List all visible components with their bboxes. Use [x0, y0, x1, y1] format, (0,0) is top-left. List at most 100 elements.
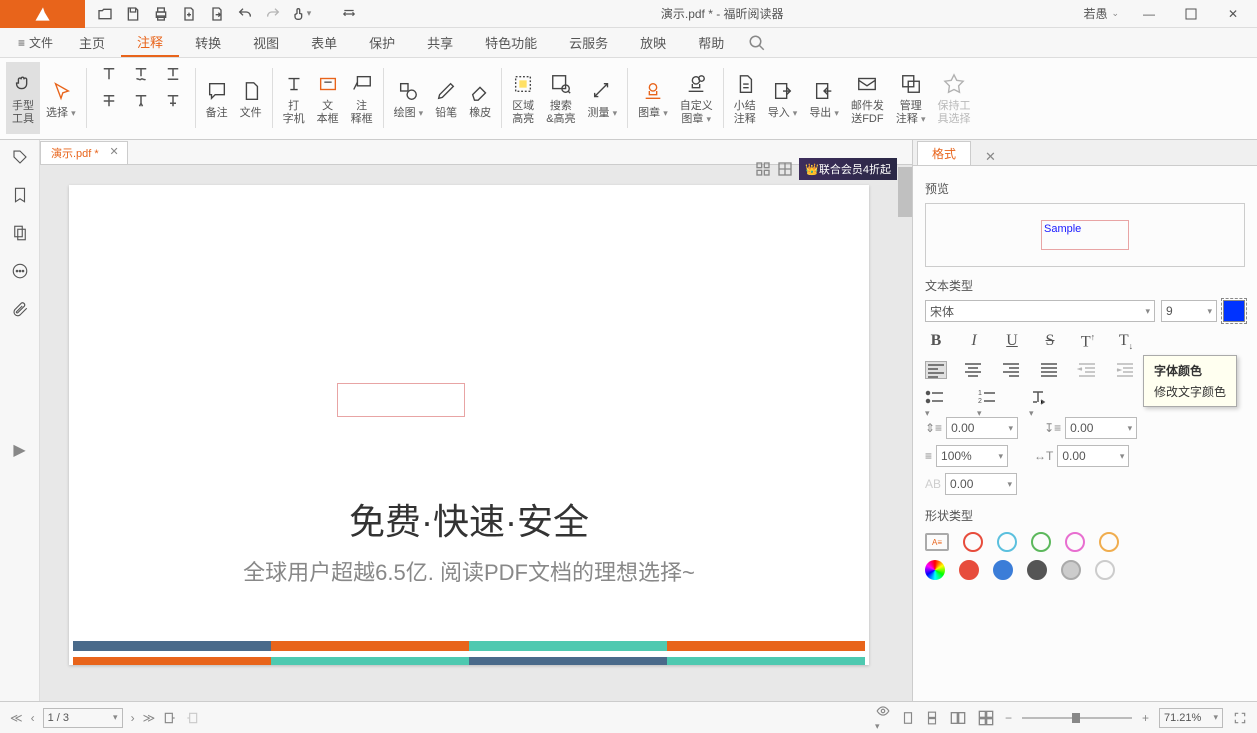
continuous-icon[interactable]: [925, 710, 939, 726]
pencil-button[interactable]: 铅笔: [429, 62, 463, 134]
note-button[interactable]: 备注: [200, 62, 234, 134]
align-justify-button[interactable]: [1039, 361, 1061, 379]
fullscreen-button[interactable]: [1233, 711, 1247, 725]
minimize-button[interactable]: —: [1129, 2, 1169, 26]
format-tab[interactable]: 格式: [917, 141, 971, 165]
horizontal-scale-input[interactable]: 0.00▾: [945, 473, 1017, 495]
align-right-button[interactable]: [1001, 361, 1023, 379]
stamp-button[interactable]: 图章 ▾: [632, 62, 674, 134]
single-page-icon[interactable]: [901, 710, 915, 726]
qat-more-icon[interactable]: [337, 2, 361, 26]
tab-convert[interactable]: 转换: [179, 28, 237, 57]
print-icon[interactable]: [149, 2, 173, 26]
maximize-button[interactable]: [1171, 2, 1211, 26]
doc-right-icon[interactable]: [205, 2, 229, 26]
underline-button[interactable]: [159, 62, 187, 85]
close-tab-icon[interactable]: ✕: [109, 145, 118, 158]
tab-help[interactable]: 帮助: [682, 28, 740, 57]
document-canvas[interactable]: 免费·快速·安全 全球用户超越6.5亿. 阅读PDF文档的理想选择~: [40, 165, 898, 701]
char-spacing-input[interactable]: 0.00▾: [1057, 445, 1129, 467]
tab-share[interactable]: 共享: [411, 28, 469, 57]
next-page-button[interactable]: ›: [131, 711, 135, 725]
shape-color-pink[interactable]: [1065, 532, 1085, 552]
doc-plus-icon[interactable]: [177, 2, 201, 26]
prev-page-button[interactable]: ‹: [31, 711, 35, 725]
last-page-button[interactable]: ≫: [143, 711, 156, 725]
sidebar-bookmark-icon[interactable]: [11, 186, 29, 204]
superscript-button[interactable]: T↑: [1077, 332, 1099, 351]
search-icon[interactable]: [748, 34, 766, 52]
squiggly-button[interactable]: [127, 62, 155, 85]
font-size-select[interactable]: 9▾: [1161, 300, 1217, 322]
shape-fill-red[interactable]: [959, 560, 979, 580]
tab-view[interactable]: 视图: [237, 28, 295, 57]
shape-fill-blue[interactable]: [993, 560, 1013, 580]
zoom-out-button[interactable]: −: [1005, 711, 1012, 725]
import-button[interactable]: 导入 ▾: [762, 62, 804, 134]
number-list-button[interactable]: 12▾: [977, 389, 999, 407]
redo-icon[interactable]: [261, 2, 285, 26]
summarize-button[interactable]: 小结注释: [728, 62, 762, 134]
subscript-button[interactable]: T↓: [1115, 332, 1137, 351]
bullet-list-button[interactable]: ▾: [925, 389, 947, 407]
first-page-button[interactable]: ≪: [10, 711, 23, 725]
save-icon[interactable]: [121, 2, 145, 26]
strikethrough-button[interactable]: S: [1039, 332, 1061, 351]
reading-mode-icon[interactable]: ▾: [875, 704, 891, 732]
search-highlight-button[interactable]: 搜索&高亮: [540, 62, 581, 134]
facing-icon[interactable]: [949, 710, 967, 726]
undo-icon[interactable]: [233, 2, 257, 26]
text-direction-button[interactable]: ▾: [1029, 389, 1051, 407]
pdf-page[interactable]: 免费·快速·安全 全球用户超越6.5亿. 阅读PDF文档的理想选择~: [69, 185, 869, 665]
shape-fill-dark[interactable]: [1027, 560, 1047, 580]
file-menu[interactable]: ≡ 文件: [8, 34, 63, 51]
hand-tool-button[interactable]: 手型工具: [6, 62, 40, 134]
custom-stamp-button[interactable]: 自定义图章 ▾: [674, 62, 719, 134]
word-spacing-input[interactable]: 100%▾: [936, 445, 1008, 467]
underline-format-button[interactable]: U: [1001, 332, 1023, 351]
tab-protect[interactable]: 保护: [353, 28, 411, 57]
list-view-icon[interactable]: [777, 161, 793, 177]
next-view-button[interactable]: [185, 711, 199, 725]
tab-comment[interactable]: 注释: [121, 28, 179, 57]
page-number-input[interactable]: 1 / 3▾: [43, 708, 123, 728]
shape-fill-light[interactable]: [1095, 560, 1115, 580]
textbox-shape-icon[interactable]: A≡: [925, 533, 949, 551]
shape-color-red[interactable]: [963, 532, 983, 552]
mail-fdf-button[interactable]: 邮件发送FDF: [845, 62, 890, 134]
measure-button[interactable]: 测量 ▾: [582, 62, 624, 134]
drawing-button[interactable]: 绘图 ▾: [388, 62, 430, 134]
sidebar-tag-icon[interactable]: [11, 148, 29, 166]
italic-button[interactable]: I: [963, 332, 985, 351]
file-attachment-button[interactable]: 文件: [234, 62, 268, 134]
hand-pointer-icon[interactable]: ▾: [289, 2, 313, 26]
para-before-input[interactable]: 0.00▾: [1065, 417, 1137, 439]
select-tool-button[interactable]: 选择 ▾: [40, 62, 82, 134]
tab-features[interactable]: 特色功能: [469, 28, 553, 57]
indent-less-button[interactable]: [1077, 361, 1099, 379]
shape-color-cyan[interactable]: [997, 532, 1017, 552]
sidebar-attachment-icon[interactable]: [11, 300, 29, 318]
replace-text-button[interactable]: [127, 89, 155, 112]
sidebar-expand-icon[interactable]: ▶: [13, 440, 25, 460]
zoom-input[interactable]: 71.21%▾: [1159, 708, 1223, 728]
thumbnail-view-icon[interactable]: [755, 161, 771, 177]
typewriter-button[interactable]: 打字机: [277, 62, 311, 134]
shape-color-green[interactable]: [1031, 532, 1051, 552]
shape-color-picker[interactable]: [925, 560, 945, 580]
eraser-button[interactable]: 橡皮: [463, 62, 497, 134]
prev-view-button[interactable]: [163, 711, 177, 725]
text-box-button[interactable]: 文本框: [311, 62, 345, 134]
indent-more-button[interactable]: [1115, 361, 1137, 379]
bold-button[interactable]: B: [925, 332, 947, 351]
user-menu[interactable]: 若愚⌄: [1075, 5, 1127, 22]
align-left-button[interactable]: [925, 361, 947, 379]
tab-cloud[interactable]: 云服务: [553, 28, 624, 57]
text-edit-box[interactable]: [337, 383, 465, 417]
document-tab[interactable]: 演示.pdf *✕: [40, 141, 128, 164]
tab-form[interactable]: 表单: [295, 28, 353, 57]
align-center-button[interactable]: [963, 361, 985, 379]
strikeout-button[interactable]: [95, 89, 123, 112]
tab-home[interactable]: 主页: [63, 28, 121, 57]
zoom-slider[interactable]: [1022, 717, 1132, 719]
